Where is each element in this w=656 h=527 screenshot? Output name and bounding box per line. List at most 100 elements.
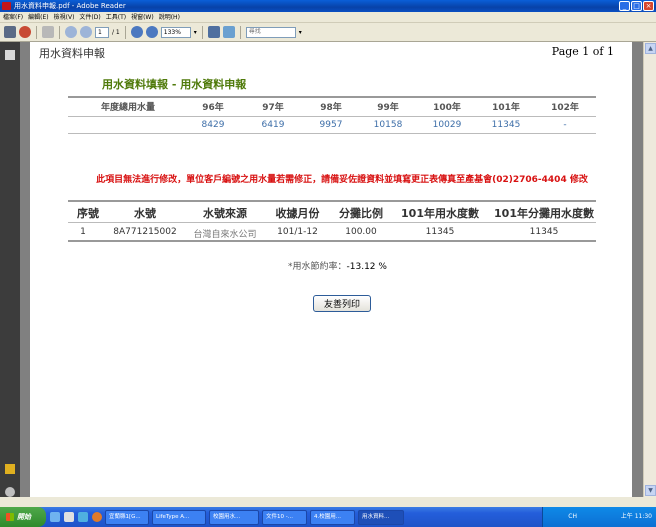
previous-page-icon[interactable] <box>65 26 77 38</box>
table-rule <box>68 222 596 223</box>
year-value: 8429 <box>201 120 225 130</box>
clock: 上午 11:30 <box>620 513 652 520</box>
pdf-page: 用水資料申報 Page 1 of 1 用水資料填報 - 用水資料申報 年度總用水… <box>30 42 632 497</box>
scroll-down-icon[interactable]: ▼ <box>645 485 656 496</box>
firefox-icon[interactable] <box>92 512 102 522</box>
comments-icon[interactable] <box>5 464 15 474</box>
menu-bar: 檔案(F) 編輯(E) 檢視(V) 文件(D) 工具(T) 視窗(W) 說明(H… <box>0 12 656 23</box>
col-header-meter: 水號 <box>134 207 156 220</box>
savings-rate: *用水節約率：-13.12 % <box>288 259 387 272</box>
pages-icon[interactable] <box>5 50 15 60</box>
menu-edit[interactable]: 編輯(E) <box>28 12 48 22</box>
row-receipt-month: 101/1-12 <box>277 227 318 237</box>
chevron-down-icon[interactable]: ▾ <box>194 29 197 36</box>
navigation-pane <box>0 42 20 497</box>
table-rule <box>68 116 596 117</box>
window-title: 用水資料申報.pdf - Adobe Reader <box>14 2 126 10</box>
attachment-icon[interactable] <box>5 487 15 497</box>
form-title: 用水資料填報 - 用水資料申報 <box>102 78 247 91</box>
year-value: 10158 <box>373 120 403 130</box>
task-item[interactable]: LifeType A... <box>152 509 206 525</box>
scroll-up-icon[interactable]: ▲ <box>645 43 656 54</box>
menu-view[interactable]: 檢視(V) <box>54 12 75 22</box>
zoom-out-icon[interactable] <box>130 26 143 38</box>
col-header-receipt-month: 收據月份 <box>275 207 320 220</box>
menu-document[interactable]: 文件(D) <box>79 12 100 22</box>
warning-message: 此項目無法進行修改，單位客戶編號之用水量若需修正，請備妥佐證資料並填寫更正表傳真… <box>96 175 588 185</box>
desktop-icon[interactable] <box>50 512 60 522</box>
savings-rate-value: -13.12 % <box>346 262 387 272</box>
quicklaunch-icon[interactable] <box>64 512 74 522</box>
year-header: 100年 <box>433 103 461 113</box>
year-value: 11345 <box>491 120 521 130</box>
print-icon[interactable] <box>4 26 16 38</box>
task-item[interactable]: 校園用水... <box>209 509 259 525</box>
close-button[interactable]: × <box>643 1 654 11</box>
col-header-share-ratio: 分攤比例 <box>339 207 383 220</box>
toolbar-separator <box>201 25 203 39</box>
year-value: 6419 <box>261 120 285 130</box>
row-share-ratio: 100.00 <box>345 227 377 237</box>
next-page-icon[interactable] <box>80 26 92 38</box>
start-label: 開始 <box>17 513 31 521</box>
friendly-print-button[interactable]: 友善列印 <box>313 295 371 312</box>
row-seq: 1 <box>80 227 86 237</box>
toolbar-separator <box>239 25 241 39</box>
menu-help[interactable]: 說明(H) <box>159 12 180 22</box>
task-item-active[interactable]: 用水資料... <box>358 509 404 525</box>
col-header-usage: 101年用水度數 <box>401 207 479 220</box>
title-bar: 用水資料申報.pdf - Adobe Reader _ □ × <box>0 0 656 12</box>
document-area: 用水資料申報 Page 1 of 1 用水資料填報 - 用水資料申報 年度總用水… <box>20 42 643 497</box>
year-value: - <box>563 120 567 130</box>
find-input[interactable] <box>245 26 296 38</box>
menu-tools[interactable]: 工具(T) <box>106 12 126 22</box>
hand-tool-icon[interactable] <box>42 26 54 38</box>
year-header: 101年 <box>492 103 520 113</box>
col-header-shared-usage: 101年分攤用水度數 <box>494 207 594 220</box>
table-rule <box>68 133 596 134</box>
toolbar-separator <box>59 25 60 39</box>
col-header-source: 水號來源 <box>203 207 247 220</box>
fit-page-icon[interactable] <box>207 26 220 38</box>
row-source: 台灣自來水公司 <box>193 230 257 240</box>
menu-window[interactable]: 視窗(W) <box>131 12 154 22</box>
menu-file[interactable]: 檔案(F) <box>3 12 23 22</box>
toolbar: 1 / 1 133% ▾ ▾ <box>0 23 656 42</box>
year-value: 10029 <box>432 120 462 130</box>
page-header-title: 用水資料申報 <box>39 47 105 60</box>
taskbar: 開始 宜蘭縣1[G... LifeType A... 校園用水... 文件10 … <box>0 507 656 527</box>
task-item[interactable]: 4.校園用... <box>310 509 355 525</box>
minimize-button[interactable]: _ <box>619 1 630 11</box>
find-dropdown-icon[interactable]: ▾ <box>299 29 302 36</box>
email-icon[interactable] <box>19 26 31 38</box>
year-header: 99年 <box>377 103 399 113</box>
maximize-button[interactable]: □ <box>631 1 642 11</box>
input-language[interactable]: CH <box>568 513 577 520</box>
start-button[interactable]: 開始 <box>0 507 46 527</box>
year-header: 96年 <box>202 103 224 113</box>
year-header: 102年 <box>551 103 579 113</box>
toolbar-separator <box>124 25 126 39</box>
task-item[interactable]: 宜蘭縣1[G... <box>105 509 149 525</box>
page-total: / 1 <box>112 28 120 36</box>
table-rule <box>68 240 596 242</box>
windows-logo-icon <box>6 513 14 521</box>
page-number-input[interactable]: 1 <box>95 26 109 38</box>
zoom-in-icon[interactable] <box>145 26 158 38</box>
row-usage: 11345 <box>425 227 455 237</box>
row-shared-usage: 11345 <box>529 227 559 237</box>
zoom-level-select[interactable]: 133% <box>160 26 191 38</box>
table-rule <box>68 96 596 98</box>
savings-rate-label: *用水節約率： <box>288 262 347 272</box>
table-rule <box>68 200 596 202</box>
fit-width-icon[interactable] <box>222 26 235 38</box>
adobe-reader-icon <box>2 2 11 10</box>
task-item[interactable]: 文件10 -... <box>262 509 307 525</box>
adobe-reader-window: 用水資料申報.pdf - Adobe Reader _ □ × 檔案(F) 編輯… <box>0 0 656 527</box>
vertical-scrollbar[interactable]: ▲ ▼ <box>643 42 656 497</box>
system-tray: CH 上午 11:30 <box>542 507 656 527</box>
page-count: Page 1 of 1 <box>551 45 614 58</box>
col-header-seq: 序號 <box>77 207 99 220</box>
year-value: 9957 <box>319 120 343 130</box>
ie-icon[interactable] <box>78 512 88 522</box>
